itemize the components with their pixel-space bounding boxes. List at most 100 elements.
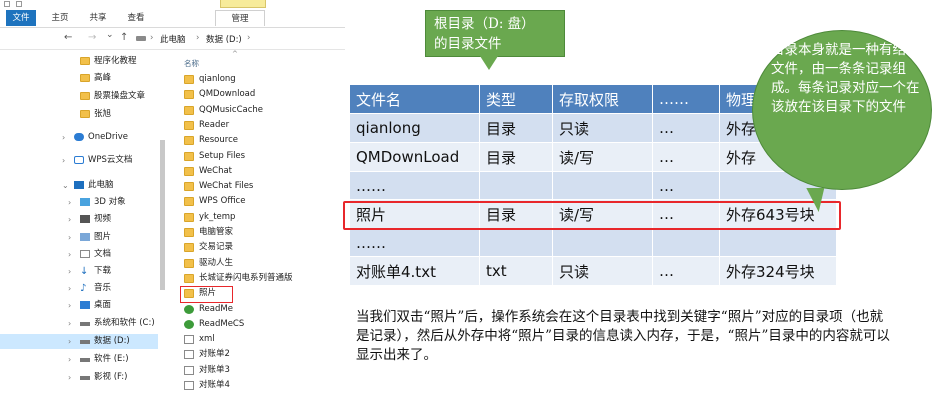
nav-item-this-pc[interactable]: ⌄ 此电脑 <box>0 178 158 193</box>
folder-icon <box>184 75 194 84</box>
nav-item-drive-e[interactable]: › 软件 (E:) <box>0 352 158 367</box>
nav-item-folder[interactable]: 程序化教程 <box>0 54 158 69</box>
expand-chevron-icon[interactable]: › <box>68 334 71 349</box>
file-name-label: 长城证券闪电系列普通版 <box>199 272 293 283</box>
text-file-icon <box>184 381 194 390</box>
drive-tools-context-tab <box>220 0 266 8</box>
tab-file[interactable]: 文件 <box>6 10 36 26</box>
expand-chevron-icon[interactable]: › <box>68 195 71 210</box>
table-cell <box>719 228 837 257</box>
cloud-icon <box>74 156 84 164</box>
table-cell: 外存324号块 <box>719 256 837 286</box>
expand-chevron-icon[interactable]: › <box>68 212 71 227</box>
expand-chevron-icon[interactable]: › <box>62 130 65 145</box>
folder-icon <box>184 90 194 100</box>
file-name-label: xml <box>199 334 215 345</box>
file-name-label: 对账单4 <box>199 380 230 390</box>
file-name-label: ReadMeCS <box>199 318 245 329</box>
up-arrow-icon[interactable]: ↑ <box>120 32 128 43</box>
nav-item-music[interactable]: › ♪ 音乐 <box>0 281 158 296</box>
nav-scrollbar[interactable] <box>159 50 166 408</box>
callout-text: 目录本身就是一种有结构文件，由一条条记录组成。每条记录对应一个在该放在该目录下的… <box>771 42 920 115</box>
file-explorer-window: 文件 主页 共享 查看 管理 ← → ⌄ ↑ › 此电脑 › 数据 (D:) ›… <box>0 0 345 408</box>
file-name-label: Reader <box>199 119 230 130</box>
expand-chevron-icon[interactable]: › <box>68 247 71 262</box>
callout-pointer <box>480 56 498 70</box>
nav-item-videos[interactable]: › 视频 <box>0 212 158 227</box>
folder-icon <box>184 105 194 115</box>
table-cell: 只读 <box>552 256 653 286</box>
nav-item-onedrive[interactable]: › OneDrive <box>0 130 158 145</box>
tab-share[interactable]: 共享 <box>82 10 114 26</box>
tab-manage[interactable]: 管理 <box>215 10 265 26</box>
table-cell <box>479 228 553 257</box>
table-row: 对账单4.txt txt 只读… 外存324号块 <box>349 256 837 286</box>
nav-item-documents[interactable]: › 文档 <box>0 247 158 262</box>
breadcrumb-this-pc[interactable]: 此电脑 <box>160 33 186 45</box>
expand-chevron-icon[interactable]: › <box>68 264 71 279</box>
address-bar-row: ← → ⌄ ↑ › 此电脑 › 数据 (D:) › <box>0 28 345 50</box>
expand-chevron-icon[interactable]: › <box>68 352 71 367</box>
folder-icon <box>184 243 194 253</box>
quick-access-icon[interactable] <box>4 1 10 7</box>
folder-icon <box>184 136 194 146</box>
drive-icon <box>136 36 146 41</box>
video-icon <box>80 215 90 223</box>
collapse-chevron-icon[interactable]: ⌄ <box>62 178 69 193</box>
music-icon: ♪ <box>80 283 87 294</box>
tab-home[interactable]: 主页 <box>44 10 76 26</box>
nav-item-drive-f[interactable]: › 影视 (F:) <box>0 370 158 385</box>
expand-chevron-icon[interactable]: › <box>62 153 65 168</box>
expand-chevron-icon[interactable]: › <box>68 298 71 313</box>
tab-view[interactable]: 查看 <box>120 10 152 26</box>
expand-chevron-icon[interactable]: › <box>68 370 71 385</box>
nav-item-folder[interactable]: 张旭 <box>0 107 158 122</box>
folder-icon <box>80 57 90 65</box>
folder-icon <box>184 212 194 222</box>
expand-chevron-icon[interactable]: › <box>68 230 71 245</box>
nav-item-folder[interactable]: 高峰 <box>0 71 158 86</box>
xml-file-icon <box>184 335 194 345</box>
nav-item-desktop[interactable]: › 桌面 <box>0 298 158 313</box>
readme-icon <box>184 304 194 314</box>
expand-chevron-icon[interactable]: › <box>68 281 71 296</box>
nav-item-downloads[interactable]: › ↓ 下载 <box>0 264 158 279</box>
breadcrumb-drive-d[interactable]: 数据 (D:) <box>206 33 242 45</box>
drive-icon <box>80 322 90 326</box>
file-name-label: WeChat Files <box>199 181 254 192</box>
directory-structure-callout: 目录本身就是一种有结构文件，由一条条记录组成。每条记录对应一个在该放在该目录下的… <box>752 30 932 190</box>
file-name-label: QQMusicCache <box>199 104 263 115</box>
nav-item-3d-objects[interactable]: › 3D 对象 <box>0 195 158 210</box>
text-file-icon <box>184 350 194 360</box>
nav-item-folder[interactable]: 股票操盘文章 <box>0 89 158 104</box>
picture-icon <box>80 233 90 241</box>
table-cell <box>552 228 653 257</box>
expand-chevron-icon[interactable]: › <box>68 316 71 331</box>
table-cell: txt <box>479 256 553 286</box>
table-row: ……… <box>349 171 837 200</box>
nav-item-drive-c[interactable]: › 系统和软件 (C:) <box>0 316 158 331</box>
ribbon-tabs: 文件 主页 共享 查看 管理 <box>0 8 345 28</box>
document-icon <box>80 250 90 258</box>
title-strip <box>0 0 345 8</box>
back-arrow-icon[interactable]: ← <box>64 32 72 43</box>
recent-dropdown-icon[interactable]: ⌄ <box>106 30 114 40</box>
file-name-label: Setup Files <box>199 150 246 161</box>
file-name-label: WeChat <box>199 165 232 176</box>
header-access: 存取权限 <box>552 84 653 114</box>
nav-item-drive-d[interactable]: › 数据 (D:) <box>0 334 158 349</box>
folder-icon <box>80 74 90 82</box>
forward-arrow-icon[interactable]: → <box>88 32 96 43</box>
table-cell: 读/写 <box>552 142 653 172</box>
scrollbar-thumb[interactable] <box>160 140 165 290</box>
callout-line: 根目录（D: 盘） <box>434 16 535 32</box>
table-cell: …… <box>349 171 480 200</box>
table-cell: … <box>652 142 720 172</box>
highlighted-folder-box <box>180 286 233 303</box>
column-header-name[interactable]: 名称 <box>184 58 199 69</box>
folder-icon <box>184 166 194 176</box>
nav-item-pictures[interactable]: › 图片 <box>0 230 158 245</box>
nav-item-wps-cloud[interactable]: › WPS云文档 <box>0 153 158 168</box>
table-cell: QMDownLoad <box>349 142 480 172</box>
properties-icon[interactable] <box>16 1 22 7</box>
